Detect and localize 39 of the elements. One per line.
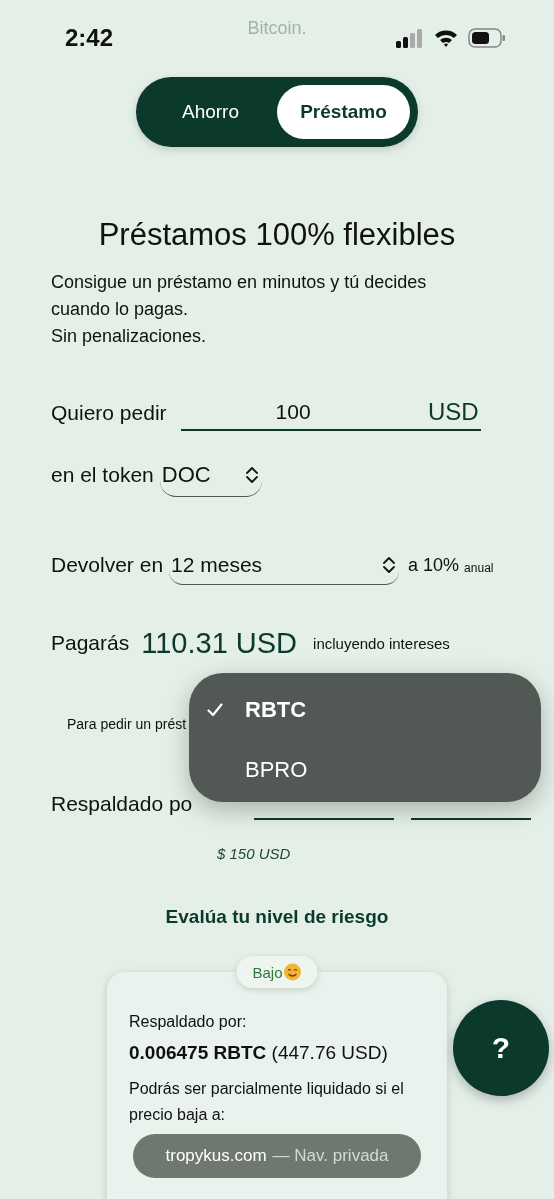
tab[interactable]: Ahorro	[144, 85, 277, 139]
description-text: Consigue un préstamo en minutos y tú decides cuando lo pagas.	[51, 271, 428, 321]
token-select[interactable]: DOC	[159, 453, 262, 497]
up-down-chevron-icon	[245, 464, 258, 485]
risk-title: Evalúa tu nivel de riesgo	[164, 905, 390, 929]
signal-icon	[396, 28, 424, 48]
term-select[interactable]: 12 meses	[169, 545, 400, 585]
backed-label: Respaldado por:	[129, 1012, 248, 1032]
total-note: incluyendo intereses	[313, 634, 450, 652]
collateral-hint: Para pedir un prést	[66, 715, 188, 734]
term-label: Devolver en	[51, 553, 164, 577]
interest-rate: a 10%	[408, 554, 460, 576]
status-time: 2:42	[65, 24, 114, 52]
tab[interactable]: Préstamo	[277, 85, 410, 139]
page-title: Préstamos 100% flexibles	[97, 216, 457, 254]
amount-label: Quiero pedir	[51, 401, 167, 425]
rate-period: anual	[464, 560, 494, 575]
help-button[interactable]: ?	[453, 1000, 549, 1096]
site-domain: tropykus.com	[165, 1146, 267, 1166]
menu-option[interactable]: RBTC	[207, 695, 327, 725]
backed-amount: 0.006475 RBTC (447.76 USD)	[129, 1041, 389, 1065]
risk-level: Bajo	[252, 963, 283, 981]
collateral-usd-value: $ 150 USD	[216, 844, 292, 864]
token-label: en el token	[51, 463, 154, 487]
browsing-mode: — Nav. privada	[272, 1146, 389, 1166]
collateral-label: Respaldado po	[51, 792, 193, 816]
liquidation-text: Podrás ser parcialmente liquidado si el precio baja a:	[129, 1079, 405, 1125]
battery-icon	[468, 28, 506, 48]
total-amount: 110.31 USD	[141, 626, 298, 660]
amount-field[interactable]: 100 USD	[180, 395, 481, 431]
description-text: Sin penalizaciones.	[51, 325, 208, 348]
wifi-icon	[434, 29, 458, 47]
smiley-icon	[283, 963, 302, 981]
checkmark-icon	[207, 703, 223, 717]
total-label: Pagarás	[51, 631, 130, 655]
address-bar[interactable]: tropykus.com — Nav. privada	[133, 1134, 421, 1178]
menu-option[interactable]: BPRO	[207, 755, 327, 785]
up-down-chevron-icon	[383, 554, 396, 575]
background-text: Bitcoin.	[247, 17, 307, 40]
